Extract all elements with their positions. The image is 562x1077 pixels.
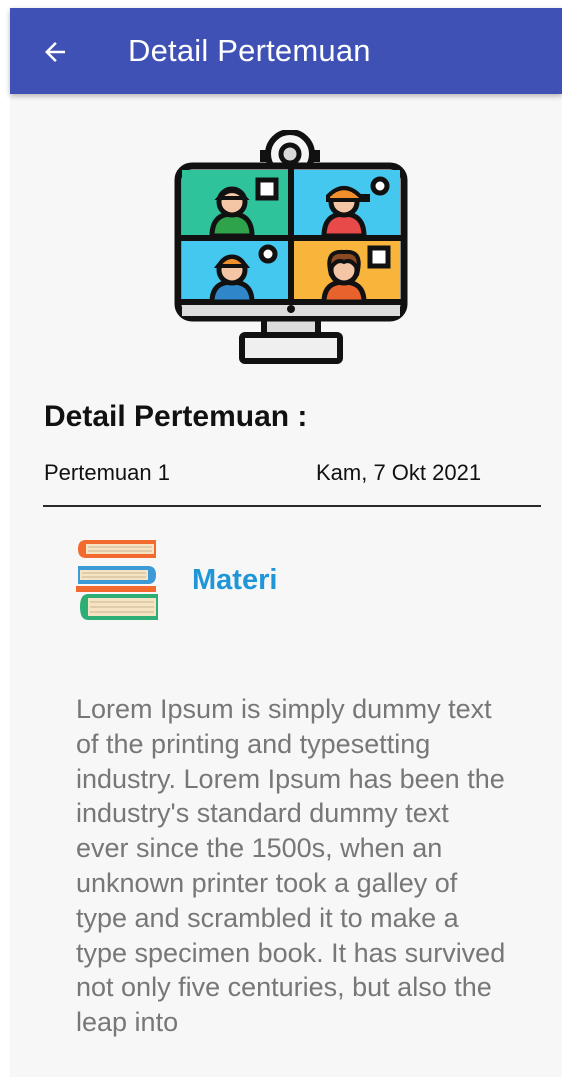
description-text: Lorem Ipsum is simply dummy text of the … [76,694,506,1038]
materi-label: Materi [192,564,278,596]
arrow-left-icon [45,42,65,62]
books-stack-icon [76,540,158,620]
app-bar: Detail Pertemuan [10,8,562,94]
meeting-info-row: Pertemuan 1 Kam, 7 Okt 2021 [44,460,540,494]
video-conference-monitor-icon [174,130,408,364]
back-button[interactable] [38,35,72,69]
app-title: Detail Pertemuan [128,33,371,68]
meeting-name: Pertemuan 1 [44,460,170,485]
screen: Detail Pertemuan Detail Pertemuan: Pert… [0,0,562,1077]
meeting-date: Kam, 7 Okt 2021 [316,460,482,485]
materi-button[interactable]: Materi [74,536,374,628]
divider [43,505,541,507]
section-title: Detail Pertemuan : [44,400,308,433]
